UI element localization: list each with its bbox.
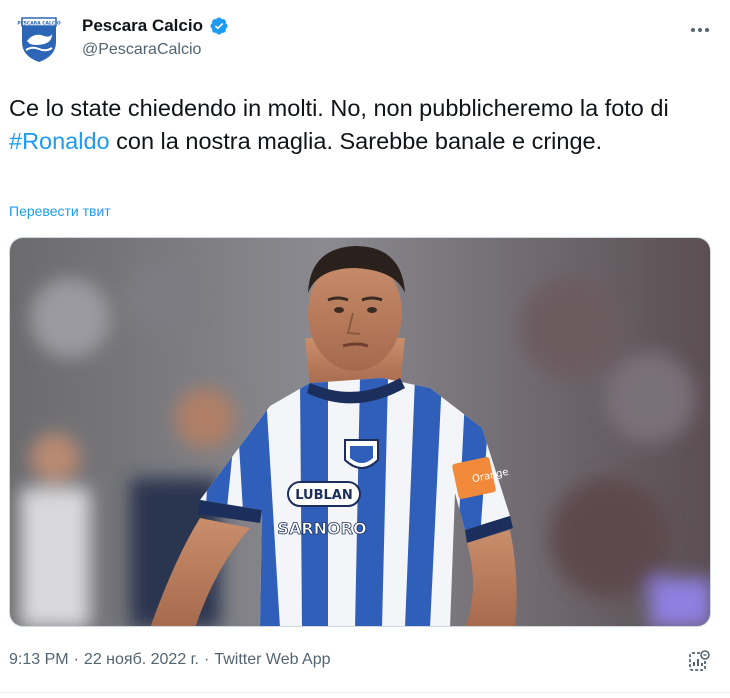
avatar[interactable]: PESCARA CALCIO [12,12,66,66]
tweet-text-before: Ce lo state chiedendo in molti. No, non … [9,95,669,121]
tweet-text-after: con la nostra maglia. Sarebbe banale e c… [109,128,603,154]
handle[interactable]: @PescaraCalcio [82,41,229,59]
jersey-sponsor-main: SARNORO [277,519,366,538]
translate-tweet-link[interactable]: Перевести твит [9,203,111,219]
pescara-crest-icon: PESCARA CALCIO [17,17,61,62]
tweet-text: Ce lo state chiedendo in molti. No, non … [9,92,709,158]
tweet-meta: 9:13 PM · 22 нояб. 2022 г. · Twitter Web… [9,651,331,669]
verified-badge-icon [210,17,228,35]
analytics-button[interactable] [688,650,710,672]
more-options-button[interactable] [688,20,712,40]
analytics-icon [689,650,710,671]
tweet-time[interactable]: 9:13 PM [9,651,69,669]
jersey-sponsor-top: LUBLAN [295,488,353,503]
divider [0,692,730,693]
tweet-date[interactable]: 22 нояб. 2022 г. [84,651,199,669]
display-name[interactable]: Pescara Calcio [82,16,203,36]
author-block: Pescara Calcio @PescaraCalcio [82,16,229,59]
tweet-card: PESCARA CALCIO Pescara Calcio @PescaraCa… [0,0,730,698]
tweet-source: Twitter Web App [214,651,331,668]
meta-separator-2: · [203,651,210,668]
tweet-photo[interactable]: Orange LUBLAN SARNORO [9,237,711,627]
meta-separator: · [73,651,79,668]
crest-text: PESCARA CALCIO [17,21,61,27]
more-options-icon [691,28,709,32]
player-photo: Orange LUBLAN SARNORO [10,238,710,626]
hashtag-link[interactable]: #Ronaldo [9,128,110,154]
name-row: Pescara Calcio [82,16,229,36]
